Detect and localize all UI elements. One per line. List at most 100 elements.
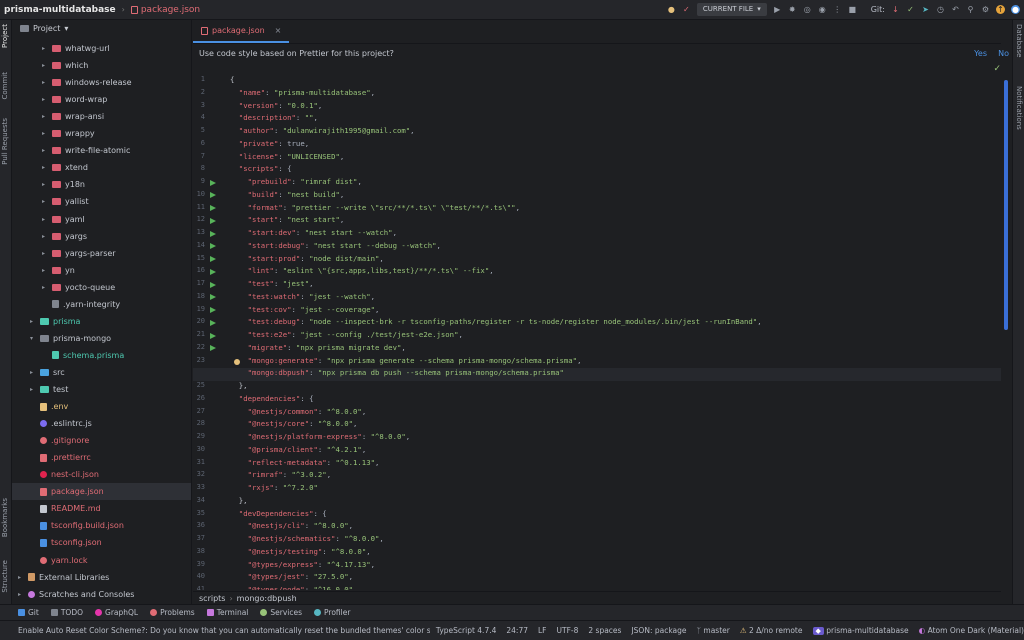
chevron-right-icon[interactable]: ▸ [30, 386, 36, 393]
project-name[interactable]: prisma-multidatabase [4, 5, 116, 15]
code-line[interactable]: "name": "prisma-multidatabase", [230, 88, 375, 97]
code-line[interactable]: }, [230, 381, 248, 390]
run-script-icon[interactable] [210, 217, 216, 224]
tree-item[interactable]: ▸ word-wrap [12, 91, 191, 108]
code-line[interactable]: "build": "nest build", [230, 190, 345, 199]
code-line[interactable]: "test:e2e": "jest --config ./test/jest-e… [230, 330, 463, 339]
terminal-tool-button[interactable]: Terminal [206, 608, 248, 617]
tree-item[interactable]: ▸ test [12, 381, 191, 398]
chevron-right-icon[interactable]: ▸ [42, 267, 48, 274]
tree-item[interactable]: schema.prisma [12, 347, 191, 364]
code-line[interactable]: "migrate": "npx prisma migrate dev", [230, 343, 406, 352]
settings-icon[interactable]: ⚙ [981, 5, 990, 14]
chevron-right-icon[interactable]: ▸ [42, 79, 48, 86]
chevron-right-icon[interactable]: ▸ [42, 181, 48, 188]
code-line[interactable]: "@prisma/client": "^4.2.1", [230, 445, 367, 454]
tree-item[interactable]: ▸ wrap-ansi [12, 108, 191, 125]
chevron-right-icon[interactable]: ▸ [18, 591, 24, 598]
close-icon[interactable]: × [275, 26, 282, 35]
pull-requests-tool-tab[interactable]: Pull Requests [1, 118, 9, 165]
git-commit-icon[interactable]: ✓ [906, 5, 915, 14]
tree-item[interactable]: ▸ prisma [12, 313, 191, 330]
code-line[interactable]: "test:watch": "jest --watch", [230, 292, 375, 301]
debug-icon[interactable]: ✸ [788, 5, 797, 14]
code-line[interactable]: "author": "dulanwirajith1995@gmail.com", [230, 126, 415, 135]
chevron-down-icon[interactable]: ▾ [30, 335, 36, 342]
tree-item[interactable]: tsconfig.json [12, 534, 191, 551]
tree-item[interactable]: nest-cli.json [12, 466, 191, 483]
tree-item[interactable]: ▸ src [12, 364, 191, 381]
tree-item[interactable]: ▸ wrappy [12, 125, 191, 142]
code-line[interactable]: "@nestjs/core": "^8.0.0", [230, 419, 358, 428]
chevron-right-icon[interactable]: ▸ [42, 233, 48, 240]
profile-icon[interactable]: ◉ [818, 5, 827, 14]
code-line[interactable]: "mongo:generate": "npx prisma generate -… [230, 356, 582, 365]
tree-item[interactable]: ▸ write-file-atomic [12, 142, 191, 159]
tree-item[interactable]: ▸ y18n [12, 176, 191, 193]
run-script-icon[interactable] [210, 243, 216, 250]
code-editor[interactable]: 1234567891011121314151617181920212223242… [193, 62, 1001, 590]
git-history-icon[interactable]: ◷ [936, 5, 945, 14]
yes-link[interactable]: Yes [974, 49, 987, 58]
tree-item[interactable]: ▸ External Libraries [12, 569, 191, 586]
tree-item[interactable]: ▸ yargs-parser [12, 245, 191, 262]
git-remote-status[interactable]: ⚠ 2 Δ/no remote [740, 626, 803, 635]
tree-item[interactable]: .yarn-integrity [12, 296, 191, 313]
project-indicator[interactable]: ◆ prisma-multidatabase [812, 626, 909, 635]
more-run-icon[interactable]: ⋮ [833, 5, 842, 14]
code-line[interactable]: "@types/express": "^4.17.13", [230, 560, 375, 569]
line-separator[interactable]: LF [538, 626, 547, 635]
inspection-ok-icon[interactable]: ✓ [993, 64, 1001, 74]
notifications-tool-tab[interactable]: Notifications [1015, 86, 1023, 130]
code-line[interactable]: "@nestjs/cli": "^8.0.0", [230, 521, 353, 530]
code-line[interactable]: "rimraf": "^3.0.2", [230, 470, 332, 479]
hammer-icon[interactable]: ✓ [682, 5, 691, 14]
breadcrumb-scripts[interactable]: scripts [199, 594, 225, 603]
typescript-version[interactable]: TypeScript 4.7.4 [436, 626, 496, 635]
tree-item[interactable]: .eslintrc.js [12, 415, 191, 432]
tree-item[interactable]: .gitignore [12, 432, 191, 449]
code-line[interactable]: "version": "0.0.1", [230, 101, 323, 110]
code-line[interactable]: }, [230, 496, 248, 505]
structure-tool-tab[interactable]: Structure [1, 560, 9, 593]
code-line[interactable]: "start:dev": "nest start --watch", [230, 228, 397, 237]
tree-item[interactable]: ▸ whatwg-url [12, 40, 191, 57]
code-line[interactable]: { [230, 75, 234, 84]
git-update-icon[interactable]: ↓ [891, 5, 900, 14]
run-script-icon[interactable] [210, 294, 216, 301]
code-line[interactable]: "start:prod": "node dist/main", [230, 254, 384, 263]
code-line[interactable]: "scripts": { [230, 164, 292, 173]
tree-item[interactable]: package.json [12, 483, 191, 501]
graphql-tool-button[interactable]: GraphQL [95, 608, 138, 617]
code-line[interactable]: "dependencies": { [230, 394, 314, 403]
git-push-icon[interactable]: ➤ [921, 5, 930, 14]
code-line[interactable]: "mongo:dbpush": "npx prisma db push --sc… [230, 368, 564, 377]
chevron-right-icon[interactable]: ▸ [42, 62, 48, 69]
run-script-icon[interactable] [210, 307, 216, 313]
run-configuration-select[interactable]: CURRENT FILE ▾ [696, 3, 767, 16]
tree-item[interactable]: .prettierrc [12, 449, 191, 466]
run-script-icon[interactable] [210, 230, 216, 237]
project-panel-header[interactable]: Project ▾ [12, 20, 191, 36]
tree-item[interactable]: README.md [12, 500, 191, 517]
run-script-icon[interactable] [210, 205, 216, 211]
git-tool-button[interactable]: Git [18, 608, 39, 617]
todo-tool-button[interactable]: TODO [50, 608, 83, 617]
tree-item[interactable]: ▸ windows-release [12, 74, 191, 91]
database-tool-tab[interactable]: Database [1015, 24, 1023, 57]
chevron-right-icon[interactable]: ▸ [42, 198, 48, 205]
tree-item[interactable]: ▸ Scratches and Consoles [12, 586, 191, 603]
chevron-right-icon[interactable]: ▸ [42, 45, 48, 52]
run-script-icon[interactable] [210, 345, 216, 352]
stop-icon[interactable]: ■ [848, 5, 857, 14]
json-schema[interactable]: JSON: package [631, 626, 686, 635]
tree-item[interactable]: ▾ prisma-mongo [12, 330, 191, 347]
search-everywhere-icon[interactable]: ⚲ [966, 5, 975, 14]
tree-item[interactable]: tsconfig.build.json [12, 517, 191, 534]
chevron-right-icon[interactable]: ▸ [42, 250, 48, 257]
chevron-right-icon[interactable]: ▸ [42, 96, 48, 103]
code-line[interactable]: "test:debug": "node --inspect-brk -r tsc… [230, 317, 762, 326]
updates-icon[interactable]: ↑ [996, 5, 1005, 14]
status-message[interactable]: Enable Auto Reset Color Scheme?: Do you … [18, 626, 430, 635]
commit-tool-tab[interactable]: Commit [1, 72, 9, 100]
